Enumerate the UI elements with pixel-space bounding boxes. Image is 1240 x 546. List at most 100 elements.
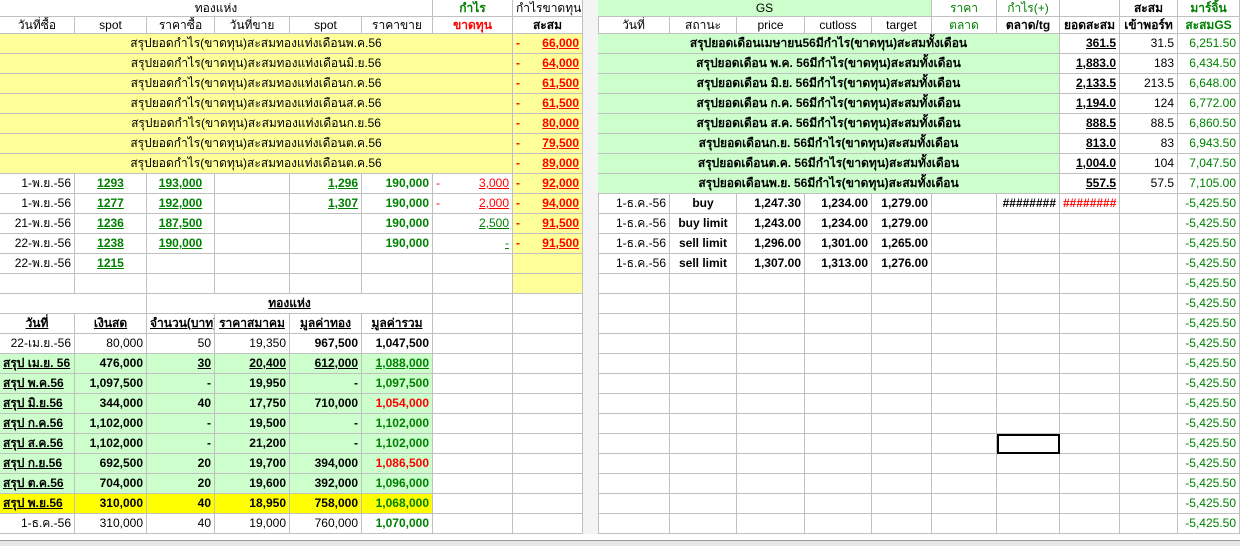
gs-summary-portin[interactable]: 183	[1120, 54, 1178, 74]
portfolio-date[interactable]: สรุป ก.ค.56	[0, 414, 75, 434]
gs-summary-portin[interactable]: 83	[1120, 134, 1178, 154]
cell[interactable]	[598, 514, 670, 534]
trade-buyprice[interactable]: 193,000	[147, 174, 215, 194]
gs-cumgs[interactable]: -5,425.50	[1178, 434, 1240, 454]
portfolio-total[interactable]: 1,047,500	[362, 334, 433, 354]
cell[interactable]	[1120, 274, 1178, 294]
gs-summary-portin[interactable]: 104	[1120, 154, 1178, 174]
portfolio-price[interactable]: 17,750	[215, 394, 290, 414]
cell[interactable]	[805, 514, 872, 534]
cell[interactable]	[805, 374, 872, 394]
column-header[interactable]: price	[737, 17, 805, 34]
cell[interactable]	[215, 274, 290, 294]
portfolio-gold[interactable]: 612,000	[290, 354, 362, 374]
trade-cum[interactable]: -91,500	[513, 234, 583, 254]
gs-trade-cutloss[interactable]: 1,234.00	[805, 194, 872, 214]
cell[interactable]	[598, 274, 670, 294]
portfolio-qty[interactable]: 40	[147, 394, 215, 414]
gold-summary-value[interactable]: -80,000	[513, 114, 583, 134]
cell[interactable]	[670, 354, 737, 374]
portfolio-total[interactable]: 1,088,000	[362, 354, 433, 374]
portfolio-price[interactable]: 21,200	[215, 434, 290, 454]
cell[interactable]	[670, 374, 737, 394]
portfolio-price[interactable]: 19,500	[215, 414, 290, 434]
cell[interactable]	[932, 394, 997, 414]
gs-trade-tg[interactable]	[997, 254, 1060, 274]
cell[interactable]	[997, 474, 1060, 494]
cell[interactable]	[932, 334, 997, 354]
trade-buydate[interactable]: 1-พ.ย.-56	[0, 194, 75, 214]
cell[interactable]	[872, 454, 932, 474]
portfolio-date[interactable]: สรุป ต.ค.56	[0, 474, 75, 494]
cell[interactable]	[513, 494, 583, 514]
cell[interactable]	[1060, 334, 1120, 354]
column-header[interactable]: ตลาด/tg	[997, 17, 1060, 34]
cell[interactable]	[737, 394, 805, 414]
trade-buydate[interactable]: 22-พ.ย.-56	[0, 234, 75, 254]
cell[interactable]	[1120, 514, 1178, 534]
portfolio-cash[interactable]: 704,000	[75, 474, 147, 494]
portfolio-gold[interactable]: 394,000	[290, 454, 362, 474]
portfolio-cash[interactable]: 476,000	[75, 354, 147, 374]
cell[interactable]	[513, 294, 583, 314]
portfolio-total[interactable]: 1,070,000	[362, 514, 433, 534]
cell[interactable]	[932, 494, 997, 514]
gs-trade-price[interactable]: 1,307.00	[737, 254, 805, 274]
portfolio-cash[interactable]: 1,102,000	[75, 414, 147, 434]
cell[interactable]	[433, 454, 513, 474]
portfolio-cash[interactable]: 310,000	[75, 514, 147, 534]
trade-spot2[interactable]	[290, 214, 362, 234]
portfolio-price[interactable]: 19,600	[215, 474, 290, 494]
gs-cumgs[interactable]: -5,425.50	[1178, 374, 1240, 394]
column-header[interactable]: ขาดทุน	[433, 17, 513, 34]
cell[interactable]	[1060, 514, 1120, 534]
cell[interactable]	[1060, 394, 1120, 414]
trade-loss[interactable]: 2,500	[433, 214, 513, 234]
cell[interactable]	[737, 454, 805, 474]
cell[interactable]	[598, 494, 670, 514]
cell[interactable]	[75, 274, 147, 294]
gs-summary-total[interactable]: 1,883.0	[1060, 54, 1120, 74]
trade-spot2[interactable]: 1,307	[290, 194, 362, 214]
gs-trade-target[interactable]: 1,276.00	[872, 254, 932, 274]
gs-summary-total[interactable]: 361.5	[1060, 34, 1120, 54]
cell[interactable]	[997, 374, 1060, 394]
column-header[interactable]: target	[872, 17, 932, 34]
gold-summary-label[interactable]: สรุปยอดกำไร(ขาดทุน)สะสมทองแท่งเดือนก.ย.5…	[0, 114, 513, 134]
trade-buyprice[interactable]: 187,500	[147, 214, 215, 234]
cell[interactable]	[1120, 394, 1178, 414]
portfolio-price[interactable]: 18,950	[215, 494, 290, 514]
gs-cumgs[interactable]: -5,425.50	[1178, 194, 1240, 214]
trade-spot1[interactable]: 1277	[75, 194, 147, 214]
column-header[interactable]: ยอดสะสม	[1060, 17, 1120, 34]
header-gold[interactable]: ทองแห่ง	[0, 0, 433, 17]
gs-summary-total[interactable]: 1,194.0	[1060, 94, 1120, 114]
gs-summary-total[interactable]: 2,133.5	[1060, 74, 1120, 94]
cell[interactable]	[670, 294, 737, 314]
cell[interactable]	[737, 374, 805, 394]
cell[interactable]	[872, 474, 932, 494]
portfolio-date[interactable]: สรุป พ.ค.56	[0, 374, 75, 394]
gs-cumgs[interactable]: -5,425.50	[1178, 494, 1240, 514]
column-header[interactable]: วันที่ขาย	[215, 17, 290, 34]
trade-spot1[interactable]: 1238	[75, 234, 147, 254]
cell[interactable]	[932, 514, 997, 534]
gold-summary-label[interactable]: สรุปยอดกำไร(ขาดทุน)สะสมทองแท่งเดือนส.ค.5…	[0, 94, 513, 114]
cell[interactable]	[997, 394, 1060, 414]
gs-summary-cumgs[interactable]: 6,434.50	[1178, 54, 1240, 74]
portfolio-qty[interactable]: 50	[147, 334, 215, 354]
header-cum[interactable]: สะสม	[1120, 0, 1178, 17]
portfolio-header[interactable]: มูลค่ารวม	[362, 314, 433, 334]
cell[interactable]	[1120, 454, 1178, 474]
cell[interactable]	[997, 314, 1060, 334]
portfolio-date[interactable]: สรุป มิ.ย.56	[0, 394, 75, 414]
cell[interactable]	[513, 374, 583, 394]
cell[interactable]	[513, 394, 583, 414]
column-header[interactable]: spot	[75, 17, 147, 34]
portfolio-total[interactable]: 1,086,500	[362, 454, 433, 474]
cell[interactable]	[872, 514, 932, 534]
trade-buydate[interactable]: 22-พ.ย.-56	[0, 254, 75, 274]
cell[interactable]	[1060, 494, 1120, 514]
cell[interactable]	[805, 434, 872, 454]
portfolio-cash[interactable]: 1,102,000	[75, 434, 147, 454]
